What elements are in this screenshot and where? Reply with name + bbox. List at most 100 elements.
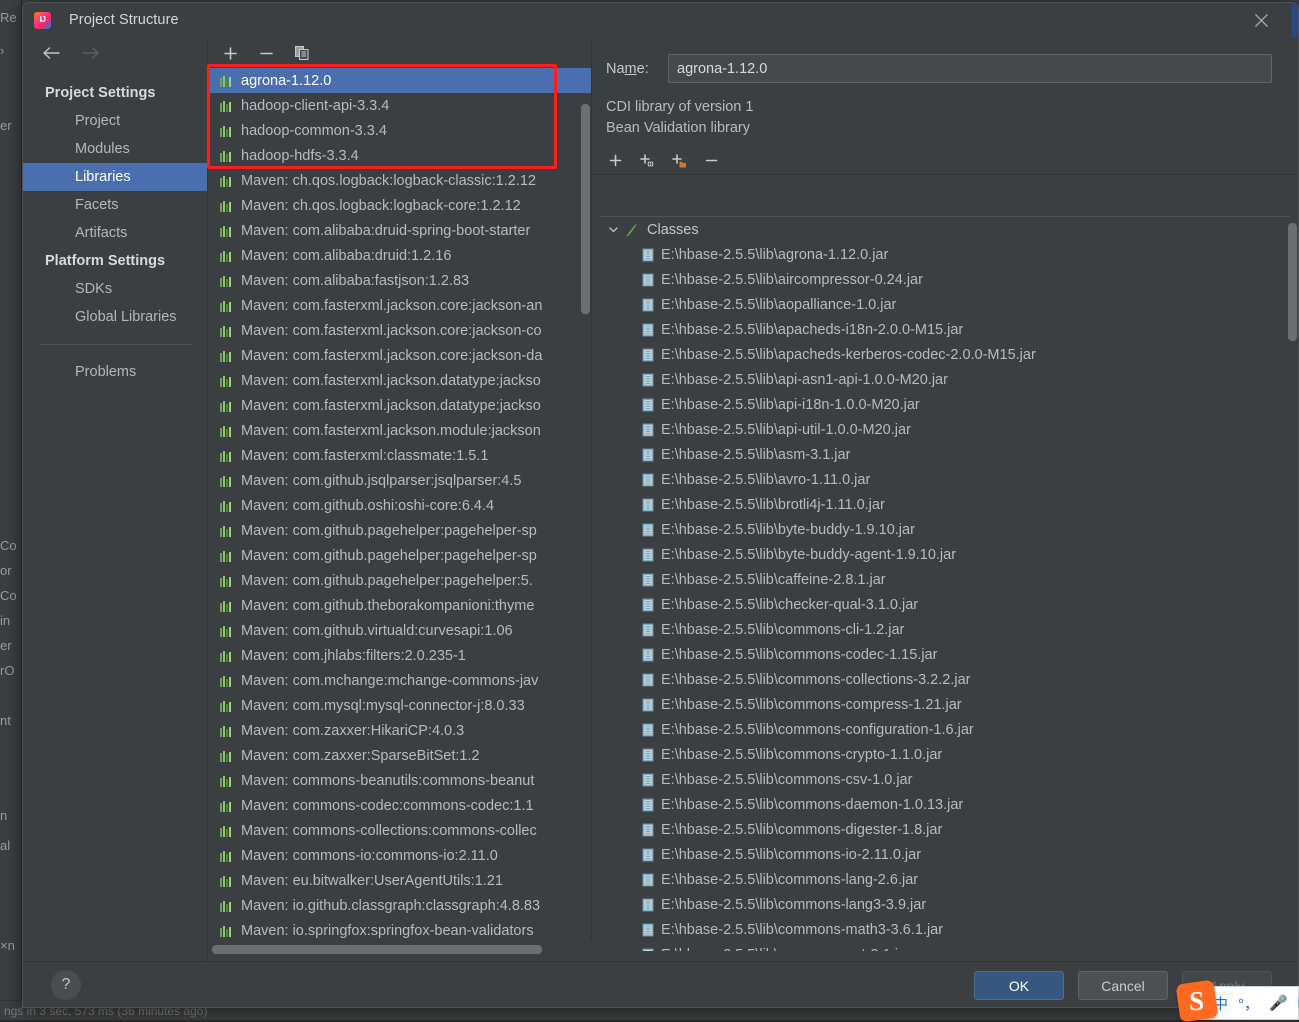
library-list-item[interactable]: Maven: commons-codec:commons-codec:1.1: [208, 793, 591, 818]
library-list-item[interactable]: Maven: ch.qos.logback:logback-classic:1.…: [208, 168, 591, 193]
library-root-item[interactable]: E:\hbase-2.5.5\lib\avro-1.11.0.jar: [600, 467, 1290, 492]
library-root-item[interactable]: E:\hbase-2.5.5\lib\caffeine-2.8.1.jar: [600, 567, 1290, 592]
remove-root-button[interactable]: [700, 150, 722, 172]
library-root-item[interactable]: E:\hbase-2.5.5\lib\commons-csv-1.0.jar: [600, 767, 1290, 792]
library-list-item[interactable]: Maven: io.github.classgraph:classgraph:4…: [208, 893, 591, 918]
library-root-item[interactable]: E:\hbase-2.5.5\lib\commons-compress-1.21…: [600, 692, 1290, 717]
libraries-list[interactable]: agrona-1.12.0hadoop-client-api-3.3.4hado…: [208, 68, 591, 941]
library-list-item[interactable]: Maven: com.github.virtuald:curvesapi:1.0…: [208, 618, 591, 643]
libraries-vertical-scrollbar[interactable]: [581, 68, 590, 963]
cancel-button[interactable]: Cancel: [1078, 971, 1168, 1000]
library-list-item[interactable]: Maven: ch.qos.logback:logback-core:1.2.1…: [208, 193, 591, 218]
library-root-item[interactable]: E:\hbase-2.5.5\lib\apacheds-i18n-2.0.0-M…: [600, 317, 1290, 342]
library-root-item[interactable]: E:\hbase-2.5.5\lib\commons-cli-1.2.jar: [600, 617, 1290, 642]
library-list-item[interactable]: Maven: commons-beanutils:commons-beanut: [208, 768, 591, 793]
library-list-item[interactable]: Maven: com.fasterxml.jackson.datatype:ja…: [208, 368, 591, 393]
help-button[interactable]: ?: [51, 970, 81, 1000]
library-list-item[interactable]: Maven: eu.bitwalker:UserAgentUtils:1.21: [208, 868, 591, 893]
sogou-logo-icon[interactable]: S: [1176, 980, 1219, 1022]
library-root-item[interactable]: E:\hbase-2.5.5\lib\checker-qual-3.1.0.ja…: [600, 592, 1290, 617]
sidebar-item-list: Project SettingsProjectModulesLibrariesF…: [23, 79, 207, 386]
plus-folder-icon[interactable]: [668, 150, 690, 172]
roots-vertical-scrollbar[interactable]: [1288, 218, 1297, 948]
library-list-item[interactable]: Maven: com.mysql:mysql-connector-j:8.0.3…: [208, 693, 591, 718]
library-list-item[interactable]: Maven: com.github.theborakompanioni:thym…: [208, 593, 591, 618]
library-root-item[interactable]: E:\hbase-2.5.5\lib\byte-buddy-1.9.10.jar: [600, 517, 1290, 542]
ime-punctuation-icon[interactable]: °，: [1238, 993, 1259, 1014]
library-root-item[interactable]: E:\hbase-2.5.5\lib\commons-collections-3…: [600, 667, 1290, 692]
library-root-item[interactable]: E:\hbase-2.5.5\lib\commons-codec-1.15.ja…: [600, 642, 1290, 667]
ime-voice-input-icon[interactable]: 🎤: [1269, 994, 1288, 1012]
library-root-item[interactable]: E:\hbase-2.5.5\lib\byte-buddy-agent-1.9.…: [600, 542, 1290, 567]
library-list-item[interactable]: Maven: com.fasterxml.jackson.module:jack…: [208, 418, 591, 443]
library-list-item[interactable]: Maven: commons-collections:commons-colle…: [208, 818, 591, 843]
sidebar-item-problems[interactable]: Problems: [23, 358, 207, 386]
library-list-item[interactable]: Maven: com.mchange:mchange-commons-jav: [208, 668, 591, 693]
library-root-item[interactable]: E:\hbase-2.5.5\lib\commons-daemon-1.0.13…: [600, 792, 1290, 817]
sidebar-item-artifacts[interactable]: Artifacts: [23, 219, 207, 247]
sidebar-item-global-libraries[interactable]: Global Libraries: [23, 303, 207, 331]
add-library-button[interactable]: [219, 42, 241, 64]
libraries-vscroll-thumb[interactable]: [581, 104, 590, 314]
library-list-item[interactable]: Maven: com.alibaba:druid:1.2.16: [208, 243, 591, 268]
chevron-down-icon[interactable]: [602, 224, 624, 235]
plus-globe-icon[interactable]: [636, 150, 658, 172]
library-roots-tree[interactable]: ClassesE:\hbase-2.5.5\lib\agrona-1.12.0.…: [600, 216, 1290, 951]
library-list-item[interactable]: Maven: io.springfox:springfox-bean-valid…: [208, 918, 591, 941]
library-list-item[interactable]: Maven: com.fasterxml.jackson.datatype:ja…: [208, 393, 591, 418]
library-list-item[interactable]: Maven: com.fasterxml.jackson.core:jackso…: [208, 343, 591, 368]
library-list-item[interactable]: Maven: com.github.pagehelper:pagehelper-…: [208, 543, 591, 568]
library-list-item[interactable]: Maven: com.github.oshi:oshi-core:6.4.4: [208, 493, 591, 518]
library-root-item[interactable]: E:\hbase-2.5.5\lib\api-util-1.0.0-M20.ja…: [600, 417, 1290, 442]
library-list-item[interactable]: Maven: com.github.pagehelper:pagehelper:…: [208, 568, 591, 593]
library-root-item[interactable]: E:\hbase-2.5.5\lib\brotli4j-1.11.0.jar: [600, 492, 1290, 517]
library-root-item[interactable]: E:\hbase-2.5.5\lib\api-i18n-1.0.0-M20.ja…: [600, 392, 1290, 417]
close-icon[interactable]: [1238, 3, 1284, 38]
library-root-item[interactable]: E:\hbase-2.5.5\lib\apacheds-kerberos-cod…: [600, 342, 1290, 367]
library-root-item[interactable]: E:\hbase-2.5.5\lib\agrona-1.12.0.jar: [600, 242, 1290, 267]
library-root-item[interactable]: E:\hbase-2.5.5\lib\aircompressor-0.24.ja…: [600, 267, 1290, 292]
library-list-item[interactable]: Maven: com.alibaba:fastjson:1.2.83: [208, 268, 591, 293]
library-list-item[interactable]: hadoop-hdfs-3.3.4: [208, 143, 591, 168]
back-arrow-icon[interactable]: [41, 46, 61, 65]
library-root-item[interactable]: E:\hbase-2.5.5\lib\asm-3.1.jar: [600, 442, 1290, 467]
roots-vscroll-thumb[interactable]: [1288, 223, 1297, 341]
library-root-item[interactable]: E:\hbase-2.5.5\lib\commons-net-3.1.jar: [600, 942, 1290, 951]
library-list-item[interactable]: hadoop-client-api-3.3.4: [208, 93, 591, 118]
classes-root-node[interactable]: Classes: [600, 217, 1290, 242]
ok-button[interactable]: OK: [974, 971, 1064, 1000]
forward-arrow-icon[interactable]: [81, 46, 101, 65]
library-root-item[interactable]: E:\hbase-2.5.5\lib\aopalliance-1.0.jar: [600, 292, 1290, 317]
library-list-item[interactable]: Maven: com.github.pagehelper:pagehelper-…: [208, 518, 591, 543]
library-list-item[interactable]: agrona-1.12.0: [208, 68, 591, 93]
library-list-item[interactable]: Maven: com.zaxxer:SparseBitSet:1.2: [208, 743, 591, 768]
sidebar-item-libraries[interactable]: Libraries: [23, 163, 207, 191]
library-list-item[interactable]: Maven: com.fasterxml.jackson.core:jackso…: [208, 318, 591, 343]
library-root-item[interactable]: E:\hbase-2.5.5\lib\commons-digester-1.8.…: [600, 817, 1290, 842]
libraries-horizontal-scrollbar[interactable]: [208, 941, 592, 963]
sidebar-item-sdks[interactable]: SDKs: [23, 275, 207, 303]
library-list-item[interactable]: Maven: com.fasterxml.jackson.core:jackso…: [208, 293, 591, 318]
library-list-item[interactable]: Maven: com.jhlabs:filters:2.0.235-1: [208, 643, 591, 668]
library-list-item[interactable]: Maven: com.alibaba:druid-spring-boot-sta…: [208, 218, 591, 243]
library-list-item[interactable]: Maven: com.fasterxml:classmate:1.5.1: [208, 443, 591, 468]
library-list-item[interactable]: Maven: com.zaxxer:HikariCP:4.0.3: [208, 718, 591, 743]
library-list-item[interactable]: Maven: com.github.jsqlparser:jsqlparser:…: [208, 468, 591, 493]
library-root-item[interactable]: E:\hbase-2.5.5\lib\commons-math3-3.6.1.j…: [600, 917, 1290, 942]
sidebar-item-project[interactable]: Project: [23, 107, 207, 135]
library-list-item[interactable]: Maven: commons-io:commons-io:2.11.0: [208, 843, 591, 868]
library-root-item[interactable]: E:\hbase-2.5.5\lib\commons-lang3-3.9.jar: [600, 892, 1290, 917]
sidebar-item-modules[interactable]: Modules: [23, 135, 207, 163]
libraries-hscroll-thumb[interactable]: [212, 945, 542, 954]
remove-library-button[interactable]: [255, 42, 277, 64]
library-root-item[interactable]: E:\hbase-2.5.5\lib\commons-lang-2.6.jar: [600, 867, 1290, 892]
library-root-item[interactable]: E:\hbase-2.5.5\lib\commons-configuration…: [600, 717, 1290, 742]
library-list-item[interactable]: hadoop-common-3.3.4: [208, 118, 591, 143]
library-root-item[interactable]: E:\hbase-2.5.5\lib\commons-io-2.11.0.jar: [600, 842, 1290, 867]
library-root-item[interactable]: E:\hbase-2.5.5\lib\commons-crypto-1.1.0.…: [600, 742, 1290, 767]
copy-library-button[interactable]: [291, 42, 313, 64]
library-name-input[interactable]: [668, 54, 1272, 83]
add-root-button[interactable]: [604, 150, 626, 172]
library-root-item[interactable]: E:\hbase-2.5.5\lib\api-asn1-api-1.0.0-M2…: [600, 367, 1290, 392]
sidebar-item-facets[interactable]: Facets: [23, 191, 207, 219]
